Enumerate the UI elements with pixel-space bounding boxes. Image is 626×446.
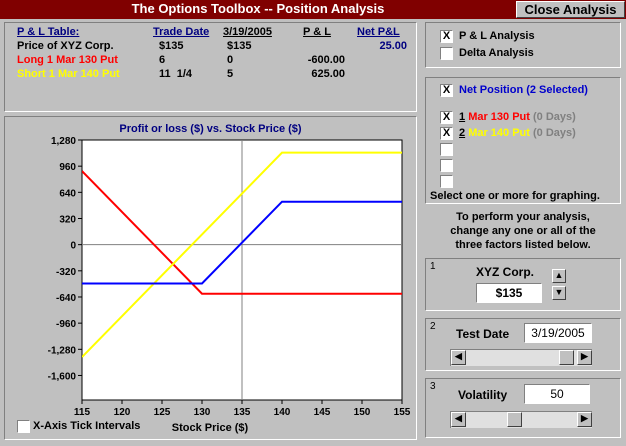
position-5-checkbox[interactable] [440,175,453,188]
stock-up-button[interactable]: ▲ [552,269,566,283]
date-left-arrow-icon[interactable]: ◀ [451,350,466,365]
date-factor-panel: 2 Test Date 3/19/2005 ◀ ▶ [425,318,621,371]
position-2-num: 2 [459,127,466,139]
x-tick-label: 125 [154,407,171,418]
current-date-header: 3/19/2005 [223,26,272,38]
analysis-panel: X P & L Analysis Delta Analysis [425,22,621,68]
row-long-put-name: Long 1 Mar 130 Put [17,54,118,66]
net-pl-value: 25.00 [379,40,407,52]
volatility-factor-index: 3 [430,381,436,392]
position-1-name: Mar 130 Put [468,111,530,123]
stock-factor-index: 1 [430,261,436,272]
close-analysis-button[interactable]: Close Analysis [516,1,625,18]
position-1-days: (0 Days) [533,111,576,123]
y-tick-label: 0 [70,241,76,252]
x-tick-label: 135 [234,407,251,418]
xaxis-tick-checkbox[interactable] [17,420,30,433]
date-factor-label: Test Date [456,327,510,341]
row-short-put-name: Short 1 Mar 140 Put [17,68,120,80]
date-slider-thumb[interactable] [559,350,574,365]
volatility-right-arrow-icon[interactable]: ▶ [577,412,592,427]
x-tick-label: 140 [274,407,291,418]
delta-analysis-label: Delta Analysis [459,47,534,59]
volatility-input[interactable]: 50 [524,384,590,404]
row-short-put-pl: 625.00 [311,68,345,80]
x-tick-label: 150 [354,407,371,418]
x-axis-label: Stock Price ($) [171,422,249,434]
position-1-label: 1 Mar 130 Put (0 Days) [459,111,576,123]
volatility-slider-thumb[interactable] [507,412,522,427]
row-short-put-trade: 11 1/4 [159,68,193,80]
instruction-line-3: three factors listed below. [455,239,591,251]
y-tick-label: -960 [56,319,76,330]
net-position-checkbox[interactable]: X [440,84,453,97]
y-tick-label: 1,280 [51,136,76,147]
delta-analysis-checkbox[interactable] [440,47,453,60]
pl-table-header: P & L Table: [17,26,80,38]
pl-table-panel: P & L Table: Trade Date 3/19/2005 P & L … [4,22,417,112]
x-tick-label: 155 [394,407,411,418]
title-bar: The Options Toolbox -- Position Analysis… [0,0,626,19]
row-stock-current: $135 [227,40,252,52]
stock-price-input[interactable]: $135 [476,283,542,303]
date-slider[interactable]: ◀ ▶ [450,349,592,366]
position-3-checkbox[interactable] [440,143,453,156]
row-long-put-current: 0 [227,54,234,66]
instruction-line-1: To perform your analysis, [456,211,590,223]
position-1-num: 1 [459,111,466,123]
position-1-checkbox[interactable]: X [440,111,453,124]
y-tick-label: -1,280 [48,345,77,356]
position-2-days: (0 Days) [533,127,576,139]
net-pl-header: Net P&L [357,26,400,38]
xaxis-tick-label: X-Axis Tick Intervals [33,420,141,432]
stock-factor-panel: 1 XYZ Corp. $135 ▲ ▼ [425,258,621,311]
y-tick-label: 640 [59,188,76,199]
position-2-label: 2 Mar 140 Put (0 Days) [459,127,576,139]
pl-analysis-checkbox[interactable]: X [440,30,453,43]
net-position-panel: X Net Position (2 Selected) X 1 Mar 130 … [425,77,621,204]
instruction-line-2: change any one or all of the [450,225,596,237]
date-factor-index: 2 [430,321,436,332]
x-tick-label: 130 [194,407,211,418]
y-tick-label: -640 [56,293,76,304]
chart-panel: Profit or loss ($) vs. Stock Price ($) 1… [4,116,417,440]
row-stock-name: Price of XYZ Corp. [17,40,114,52]
y-tick-label: -1,600 [48,371,77,382]
volatility-left-arrow-icon[interactable]: ◀ [451,412,466,427]
trade-date-header: Trade Date [153,26,210,38]
y-tick-label: -320 [56,267,76,278]
window-title: The Options Toolbox -- Position Analysis [131,1,385,16]
row-long-put-trade: 6 [159,54,166,66]
x-tick-label: 120 [114,407,131,418]
pl-chart: 1,280 960 640 320 0 -320 -640 -960 -1,280 -1,600 1… [48,136,411,418]
position-2-name: Mar 140 Put [468,127,530,139]
date-right-arrow-icon[interactable]: ▶ [577,350,592,365]
position-2-checkbox[interactable]: X [440,127,453,140]
select-instructions: Select one or more for graphing. [430,190,600,202]
test-date-input[interactable]: 3/19/2005 [524,323,592,343]
x-tick-label: 145 [314,407,331,418]
y-tick-label: 960 [59,162,76,173]
volatility-factor-panel: 3 Volatility 50 ◀ ▶ [425,378,621,438]
pl-analysis-label: P & L Analysis [459,30,535,42]
row-long-put-pl: -600.00 [307,54,345,66]
stock-down-button[interactable]: ▼ [552,286,566,300]
x-tick-label: 115 [74,407,91,418]
row-stock-trade: $135 [159,40,184,52]
pl-header: P & L [303,26,331,38]
volatility-label: Volatility [458,388,508,402]
stock-factor-label: XYZ Corp. [476,265,535,279]
net-position-label: Net Position (2 Selected) [459,84,588,96]
y-tick-label: 320 [59,214,76,225]
position-4-checkbox[interactable] [440,159,453,172]
row-short-put-current: 5 [227,68,234,80]
volatility-slider[interactable]: ◀ ▶ [450,411,592,428]
